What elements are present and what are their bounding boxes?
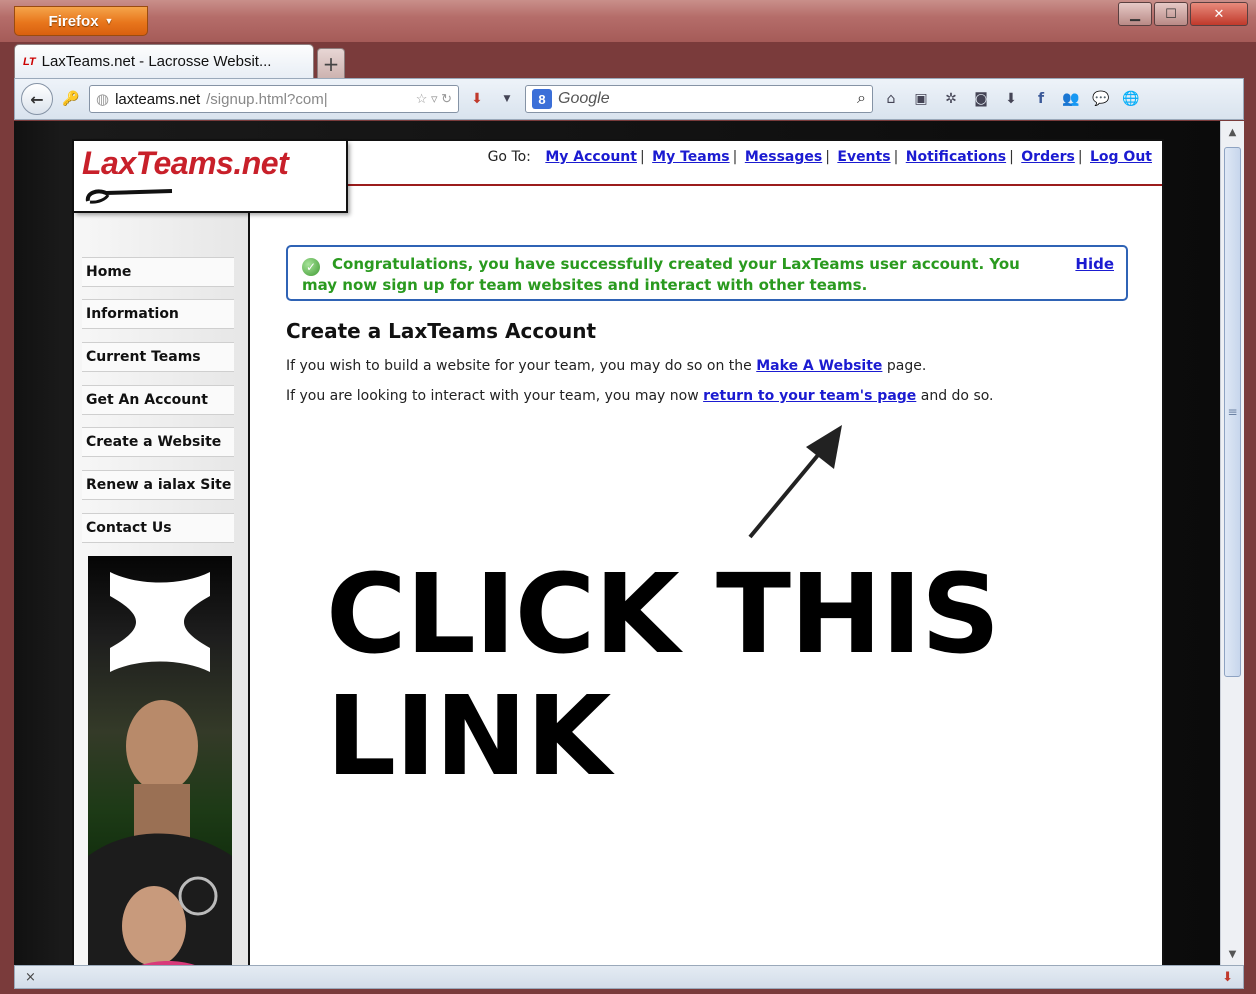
downloads-icon[interactable]: ⬇	[999, 87, 1023, 111]
nav-notifications[interactable]: Notifications	[906, 149, 1006, 165]
annotation-line-1: CLICK THIS	[326, 550, 1000, 678]
scroll-down-arrow-icon[interactable]: ▼	[1221, 943, 1244, 965]
tab-favicon-icon: LT	[23, 55, 36, 68]
bookmarks-icon[interactable]: ▣	[909, 87, 933, 111]
search-icon[interactable]: ⌕	[857, 90, 866, 108]
sidebar-item-renew-ialax-site[interactable]: Renew a ialax Site	[82, 470, 234, 500]
hide-alert-link[interactable]: Hide	[1075, 255, 1114, 273]
return-to-team-page-link[interactable]: return to your team's page	[703, 388, 916, 404]
return-team-paragraph: If you are looking to interact with your…	[286, 387, 1128, 405]
screenshot-icon[interactable]: ◙	[969, 87, 993, 111]
sidebar-item-create-a-website[interactable]: Create a Website	[82, 427, 234, 457]
scroll-up-arrow-icon[interactable]: ▲	[1221, 121, 1244, 143]
sidebar-item-current-teams[interactable]: Current Teams	[82, 342, 234, 372]
url-path: /signup.html?com|	[206, 90, 328, 108]
dropdown-chevron-icon[interactable]: ▼	[495, 87, 519, 111]
search-placeholder: Google	[558, 90, 610, 107]
vertical-scrollbar[interactable]: ▲ ≡ ▼	[1220, 121, 1244, 965]
para1-text: If you wish to build a website for your …	[286, 358, 757, 374]
under-armour-ad[interactable]	[88, 556, 232, 965]
status-bar: × ⬇	[14, 965, 1244, 989]
check-icon: ✓	[302, 258, 320, 276]
nav-log-out[interactable]: Log Out	[1090, 149, 1152, 165]
maximize-button[interactable]: ☐	[1154, 2, 1188, 26]
globe-icon: ◍	[96, 91, 110, 108]
site-identity-icon[interactable]: 🔑	[59, 87, 83, 111]
google-icon: 8	[532, 89, 552, 109]
nav-messages[interactable]: Messages	[745, 149, 822, 165]
success-alert: ✓ Congratulations, you have successfully …	[286, 245, 1128, 301]
navigation-toolbar: ← 🔑 ◍ laxteams.net/signup.html?com| ☆ ▿ …	[14, 78, 1244, 120]
para2-end: and do so.	[916, 388, 994, 404]
minimize-button[interactable]: ▁	[1118, 2, 1152, 26]
bookmark-star-icon[interactable]: ☆ ▿ ↻	[416, 91, 452, 107]
url-bar[interactable]: ◍ laxteams.net/signup.html?com| ☆ ▿ ↻	[89, 85, 459, 113]
facebook-icon[interactable]: f	[1029, 87, 1053, 111]
laxteams-page: LaxTeams.net Go To: My Account | My Teams…	[72, 139, 1164, 965]
addon-icon[interactable]: ✲	[939, 87, 963, 111]
site-logo[interactable]: LaxTeams.net	[74, 141, 348, 213]
people-icon[interactable]: 👥	[1059, 87, 1083, 111]
nav-events[interactable]: Events	[837, 149, 890, 165]
new-tab-button[interactable]: +	[317, 48, 345, 78]
nav-my-account[interactable]: My Account	[545, 149, 637, 165]
status-close-icon[interactable]: ×	[25, 970, 36, 985]
header-nav: Go To: My Account | My Teams | Messages | E…	[487, 149, 1152, 165]
nav-orders[interactable]: Orders	[1021, 149, 1075, 165]
make-website-paragraph: If you wish to build a website for your …	[286, 357, 1128, 375]
alert-message: Congratulations, you have successfully c…	[302, 255, 1020, 294]
main-content: ✓ Congratulations, you have successfully …	[286, 245, 1128, 405]
sidebar: Home Information Current Teams Get An Ac…	[74, 213, 250, 965]
sidebar-item-contact-us[interactable]: Contact Us	[82, 513, 234, 543]
globe-toolbar-icon[interactable]: 🌐	[1119, 87, 1143, 111]
goto-label: Go To:	[487, 149, 531, 165]
close-window-button[interactable]: ✕	[1190, 2, 1248, 26]
para1-end: page.	[882, 358, 927, 374]
lacrosse-stick-icon	[85, 189, 173, 204]
nav-my-teams[interactable]: My Teams	[652, 149, 730, 165]
para2-text: If you are looking to interact with your…	[286, 388, 704, 404]
url-host: laxteams.net	[115, 90, 201, 108]
click-this-link-annotation: CLICK THIS LINK	[326, 550, 1000, 800]
search-bar[interactable]: 8 Google ⌕	[525, 85, 873, 113]
chevron-down-icon: ▼	[104, 16, 114, 26]
sidebar-item-information[interactable]: Information	[82, 299, 234, 329]
tab-laxteams[interactable]: LT LaxTeams.net - Lacrosse Websit...	[14, 44, 314, 78]
header-divider	[346, 184, 1162, 186]
chat-icon[interactable]: 💬	[1089, 87, 1113, 111]
browser-viewport: LaxTeams.net Go To: My Account | My Teams…	[14, 121, 1220, 965]
window-controls: ▁ ☐ ✕	[1118, 2, 1248, 26]
firefox-menu-button[interactable]: Firefox ▼	[14, 6, 148, 36]
sidebar-item-get-an-account[interactable]: Get An Account	[82, 385, 234, 415]
tab-title: LaxTeams.net - Lacrosse Websit...	[41, 53, 272, 70]
sidebar-item-home[interactable]: Home	[82, 257, 234, 287]
window-titlebar: Firefox ▼ ▁ ☐ ✕	[0, 0, 1256, 42]
tab-strip: LT LaxTeams.net - Lacrosse Websit... +	[14, 44, 345, 78]
firefox-button-label: Firefox	[48, 12, 99, 30]
home-icon[interactable]: ⌂	[879, 87, 903, 111]
make-a-website-link[interactable]: Make A Website	[756, 358, 882, 374]
annotation-arrow-icon	[748, 425, 842, 539]
download-status-icon[interactable]: ⬇	[1222, 970, 1233, 985]
annotation-line-2: LINK	[326, 672, 611, 800]
download-helper-icon[interactable]: ⬇	[465, 87, 489, 111]
scrollbar-thumb[interactable]: ≡	[1224, 147, 1241, 677]
logo-text: LaxTeams.net	[82, 145, 289, 181]
ad-artwork	[88, 572, 232, 965]
back-button[interactable]: ←	[21, 83, 53, 115]
page-title: Create a LaxTeams Account	[286, 319, 597, 343]
